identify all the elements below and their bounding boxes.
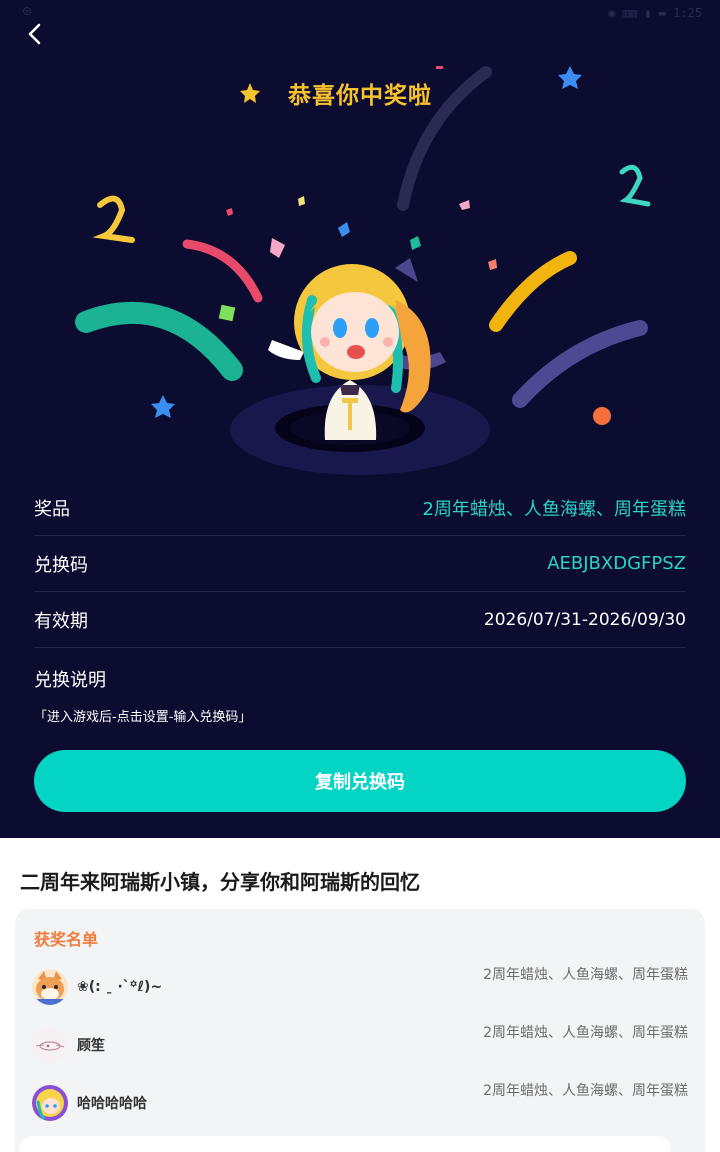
- code-row: 兑换码 AEBJBXDGFPSZ: [34, 536, 686, 592]
- prize-panel: ⊜ ◉ ▥▥ ▮ ▬ 1:25 恭喜你中奖啦 奖品 2周年蜡烛、人鱼海螺、周年蛋…: [0, 0, 720, 838]
- validity-label: 有效期: [34, 610, 88, 632]
- avatar: [32, 1027, 68, 1063]
- winner-name: 哈哈哈哈哈: [77, 1096, 147, 1112]
- prize-value: 2周年蜡烛、人鱼海螺、周年蛋糕: [422, 498, 686, 520]
- winner-prize: 2周年蜡烛、人鱼海螺、周年蛋糕: [483, 1025, 688, 1041]
- instructions-text: 「进入游戏后-点击设置-输入兑换码」: [34, 710, 252, 725]
- celebration-illustration: [75, 66, 651, 475]
- winner-row[interactable]: 哈哈哈哈哈 2周年蜡烛、人鱼海螺、周年蛋糕: [32, 1081, 688, 1131]
- anime-avatar-icon: [32, 1085, 68, 1121]
- cat-avatar-icon: [32, 969, 68, 1005]
- prize-row: 奖品 2周年蜡烛、人鱼海螺、周年蛋糕: [34, 480, 686, 536]
- validity-value: 2026/07/31-2026/09/30: [483, 609, 686, 630]
- prize-label: 奖品: [34, 498, 70, 520]
- sketch-avatar-icon: [32, 1027, 68, 1063]
- winner-row[interactable]: 顾笙 2周年蜡烛、人鱼海螺、周年蛋糕: [32, 1023, 688, 1073]
- redeem-code-value[interactable]: AEBJBXDGFPSZ: [547, 553, 686, 574]
- winner-row[interactable]: ❀(: ˍ ·`꙳ℓ)~ 2周年蜡烛、人鱼海螺、周年蛋糕: [32, 965, 688, 1015]
- share-heading: 二周年来阿瑞斯小镇，分享你和阿瑞斯的回忆: [20, 870, 420, 894]
- winner-name: 顾笙: [77, 1038, 105, 1054]
- page-title: 恭喜你中奖啦: [288, 83, 432, 109]
- winner-name: ❀(: ˍ ·`꙳ℓ)~: [77, 979, 163, 995]
- winners-title: 获奖名单: [34, 930, 99, 949]
- next-card: [19, 1136, 671, 1152]
- winners-card: 获奖名单 ❀(: ˍ ·`꙳ℓ)~ 2周年蜡烛、人鱼海螺、周年蛋糕 顾笙 2周年…: [15, 909, 705, 1152]
- code-label: 兑换码: [34, 554, 88, 576]
- validity-row: 有效期 2026/07/31-2026/09/30: [34, 592, 686, 648]
- winner-prize: 2周年蜡烛、人鱼海螺、周年蛋糕: [483, 967, 688, 983]
- avatar: [32, 969, 68, 1005]
- avatar: [32, 1085, 68, 1121]
- winner-prize: 2周年蜡烛、人鱼海螺、周年蛋糕: [483, 1083, 688, 1099]
- instructions: 兑换说明 「进入游戏后-点击设置-输入兑换码」: [34, 648, 686, 725]
- instructions-label: 兑换说明: [34, 670, 106, 691]
- copy-code-button[interactable]: 复制兑换码: [34, 750, 686, 812]
- prize-details: 奖品 2周年蜡烛、人鱼海螺、周年蛋糕 兑换码 AEBJBXDGFPSZ 有效期 …: [34, 480, 686, 725]
